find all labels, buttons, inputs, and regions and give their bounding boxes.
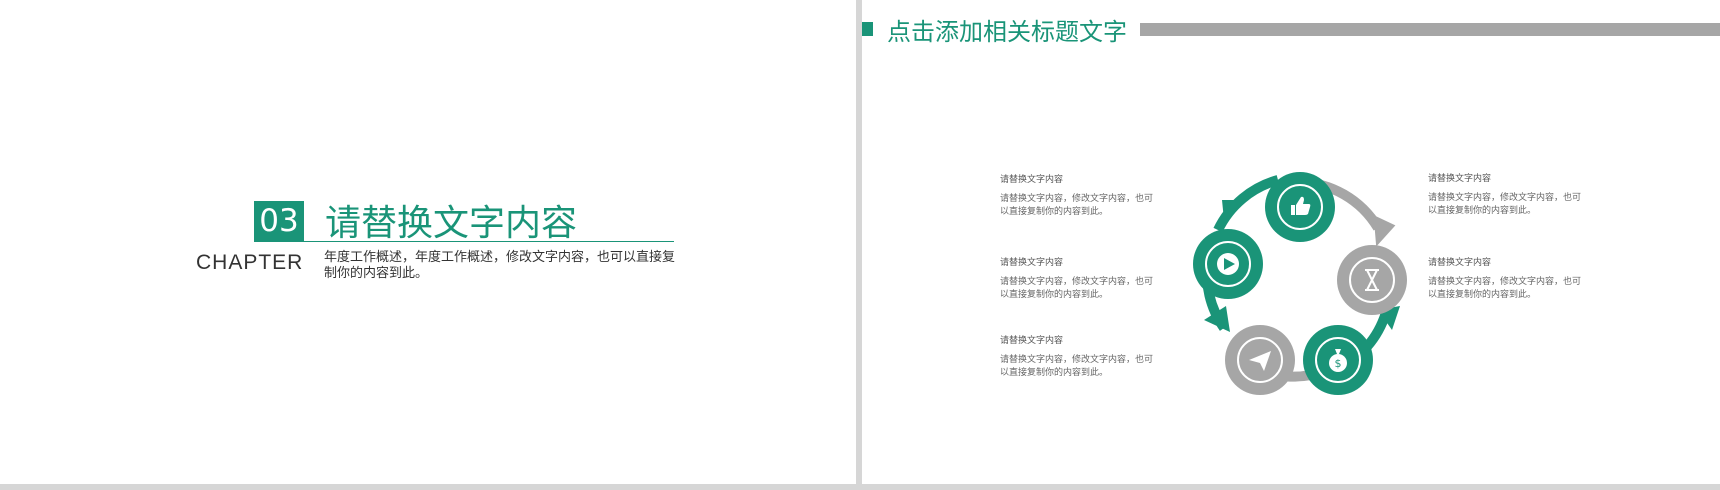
text-item-left-2: 请替换文字内容 请替换文字内容，修改文字内容，也可以直接复制你的内容到此。	[1000, 257, 1160, 302]
item-desc: 请替换文字内容，修改文字内容，也可以直接复制你的内容到此。	[1428, 193, 1582, 216]
item-desc: 请替换文字内容，修改文字内容，也可以直接复制你的内容到此。	[1000, 355, 1154, 378]
item-desc: 请替换文字内容，修改文字内容，也可以直接复制你的内容到此。	[1000, 194, 1154, 217]
header-title: 点击添加相关标题文字	[887, 18, 1127, 46]
arrow-head	[1222, 200, 1244, 220]
text-item-left-1: 请替换文字内容 请替换文字内容，修改文字内容，也可以直接复制你的内容到此。	[1000, 174, 1160, 219]
item-title: 请替换文字内容	[1000, 336, 1064, 346]
section-description: 年度工作概述，年度工作概述，修改文字内容，也可以直接复制你的内容到此。	[324, 250, 676, 281]
item-title: 请替换文字内容	[1428, 258, 1492, 268]
bottom-strip	[0, 484, 1720, 490]
cycle-diagram: $	[1193, 172, 1407, 395]
section-number: 03	[254, 201, 304, 242]
node-paper-plane	[1225, 325, 1295, 395]
item-desc: 请替换文字内容，修改文字内容，也可以直接复制你的内容到此。	[1428, 277, 1582, 300]
node-thumbs-up	[1265, 172, 1335, 242]
content-slide: 点击添加相关标题文字 请替换文字内容 请替换文字内容，修改文字内容，也可以直接复…	[862, 0, 1720, 484]
header-bar	[1140, 23, 1720, 36]
chapter-label: CHAPTER	[196, 251, 304, 274]
play-icon	[1217, 253, 1239, 275]
item-title: 请替换文字内容	[1000, 175, 1064, 185]
node-money-bag: $	[1303, 325, 1373, 395]
text-item-left-3: 请替换文字内容 请替换文字内容，修改文字内容，也可以直接复制你的内容到此。	[1000, 335, 1160, 380]
item-desc: 请替换文字内容，修改文字内容，也可以直接复制你的内容到此。	[1000, 277, 1154, 300]
item-title: 请替换文字内容	[1428, 174, 1492, 184]
section-underline	[304, 241, 674, 242]
item-title: 请替换文字内容	[1000, 258, 1064, 268]
node-play	[1193, 229, 1263, 299]
svg-text:$: $	[1335, 357, 1342, 370]
section-title: 请替换文字内容	[325, 203, 578, 244]
header-marker	[862, 22, 873, 36]
section-slide: 03 请替换文字内容 CHAPTER 年度工作概述，年度工作概述，修改文字内容，…	[0, 0, 856, 484]
text-item-right-2: 请替换文字内容 请替换文字内容，修改文字内容，也可以直接复制你的内容到此。	[1428, 257, 1588, 302]
node-hourglass	[1337, 245, 1407, 315]
text-item-right-1: 请替换文字内容 请替换文字内容，修改文字内容，也可以直接复制你的内容到此。	[1428, 173, 1588, 218]
